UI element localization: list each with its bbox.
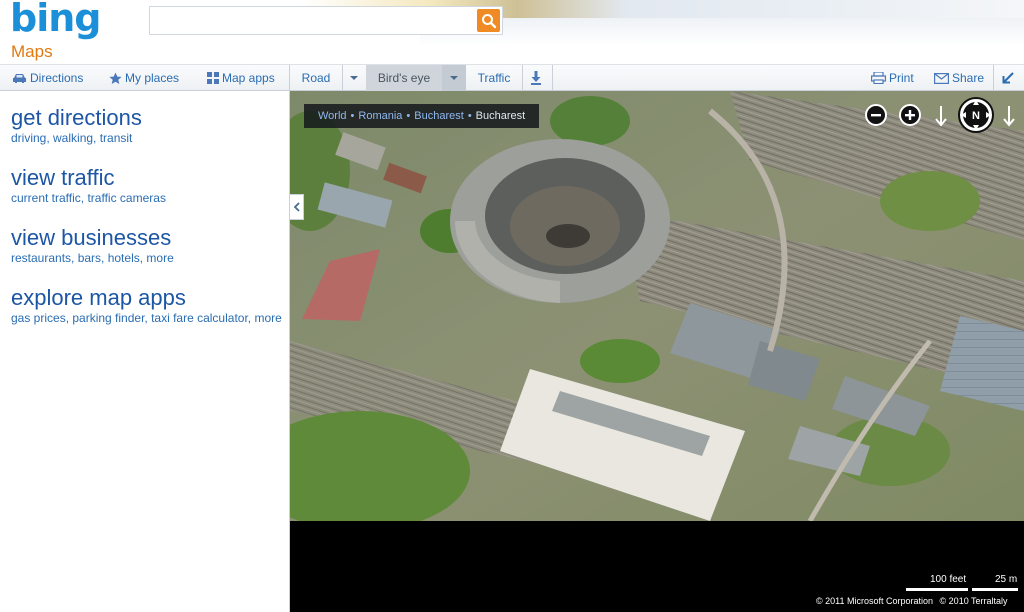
map-canvas[interactable]: World • Romania • Bucharest • Bucharest: [290, 91, 1024, 521]
grid-icon: [207, 72, 219, 84]
toolbar-divider: [552, 65, 553, 91]
traffic-button[interactable]: Traffic: [466, 65, 522, 91]
share-button[interactable]: Share: [934, 65, 984, 91]
product-label[interactable]: Maps: [11, 42, 53, 62]
magnifier-icon: [481, 13, 496, 28]
sidebar-item-title[interactable]: get directions: [11, 105, 142, 131]
zoom-out-button[interactable]: [865, 104, 887, 131]
minus-circle-icon: [865, 104, 887, 126]
sidebar-item-subtitle[interactable]: current traffic, traffic cameras: [11, 191, 166, 205]
sidebar-item-directions[interactable]: get directions driving, walking, transit: [11, 105, 142, 145]
directions-button[interactable]: Directions: [12, 65, 83, 91]
printer-icon: [871, 72, 886, 84]
birds-eye-dropdown-button[interactable]: [442, 65, 466, 91]
rotate-right-arrow-icon: [1003, 106, 1015, 127]
sidebar-item-map-apps[interactable]: explore map apps gas prices, parking fin…: [11, 285, 282, 325]
rotate-left-button[interactable]: [933, 104, 949, 133]
print-label: Print: [889, 71, 914, 85]
compass-button[interactable]: N: [957, 96, 995, 139]
sidebar-item-title[interactable]: view businesses: [11, 225, 174, 251]
breadcrumb-romania[interactable]: Romania: [358, 110, 402, 122]
breadcrumb-separator: •: [467, 110, 472, 122]
traffic-download-button[interactable]: [523, 65, 552, 91]
breadcrumb-separator: •: [406, 110, 411, 122]
traffic-label: Traffic: [477, 71, 511, 85]
bing-maps-window: bing Maps Directions My places Map apps …: [0, 0, 1024, 612]
share-label: Share: [952, 71, 985, 85]
search-button[interactable]: [477, 9, 500, 32]
download-arrow-icon: [531, 71, 541, 85]
sidebar-item-subtitle[interactable]: gas prices, parking finder, taxi fare ca…: [11, 311, 282, 325]
copyright: © 2011 Microsoft Corporation © 2010 Terr…: [816, 596, 1008, 606]
envelope-icon: [934, 72, 949, 84]
header: bing Maps: [0, 0, 1024, 64]
header-decoration-band: [420, 18, 1024, 46]
map-apps-button[interactable]: Map apps: [207, 65, 275, 91]
sidebar-item-subtitle[interactable]: restaurants, bars, hotels, more: [11, 251, 174, 265]
aerial-imagery[interactable]: [290, 91, 1024, 521]
rotate-right-button[interactable]: [1001, 104, 1017, 133]
arrow-down-left-icon: [1002, 72, 1014, 84]
scale-bar-feet: [906, 588, 968, 591]
breadcrumb-separator: •: [350, 110, 355, 122]
search-input[interactable]: [150, 7, 476, 34]
rotate-left-arrow-icon: [935, 106, 947, 127]
sidebar-item-traffic[interactable]: view traffic current traffic, traffic ca…: [11, 165, 166, 205]
chevron-left-icon: [293, 202, 300, 212]
sidebar-item-title[interactable]: view traffic: [11, 165, 166, 191]
road-label: Road: [301, 71, 331, 85]
copyright-terraltaly: © 2010 Terraltaly: [939, 596, 1008, 606]
road-view-button[interactable]: Road: [290, 65, 342, 91]
my-places-button[interactable]: My places: [109, 65, 179, 91]
collapse-sidebar-button[interactable]: [290, 194, 304, 220]
sidebar-item-title[interactable]: explore map apps: [11, 285, 282, 311]
toolbar: Directions My places Map apps Road Bird'…: [0, 64, 1024, 91]
zoom-in-button[interactable]: [899, 104, 921, 131]
compass-label: N: [972, 110, 980, 122]
plus-circle-icon: [899, 104, 921, 126]
map-apps-label: Map apps: [222, 71, 275, 85]
breadcrumb-bucharest-region[interactable]: Bucharest: [414, 110, 464, 122]
compass-icon: N: [958, 97, 994, 133]
my-places-label: My places: [125, 71, 180, 85]
star-icon: [109, 72, 122, 84]
sidebar-item-businesses[interactable]: view businesses restaurants, bars, hotel…: [11, 225, 174, 265]
location-breadcrumb: World • Romania • Bucharest • Bucharest: [304, 104, 540, 128]
chevron-down-icon: [450, 76, 458, 80]
copyright-microsoft: © 2011 Microsoft Corporation: [816, 596, 934, 606]
birds-eye-label: Bird's eye: [377, 71, 431, 85]
birds-eye-view-button[interactable]: Bird's eye: [366, 65, 442, 91]
road-dropdown-button[interactable]: [343, 65, 365, 91]
breadcrumb-bucharest-current: Bucharest: [475, 110, 526, 122]
breadcrumb-world[interactable]: World: [318, 110, 347, 122]
search-box: [149, 6, 503, 35]
directions-label: Directions: [30, 71, 84, 85]
car-icon: [13, 74, 26, 83]
sidebar: get directions driving, walking, transit…: [0, 91, 290, 612]
scale-bar-meters: [972, 588, 1018, 591]
bing-logo[interactable]: bing: [10, 0, 101, 40]
print-button[interactable]: Print: [871, 65, 914, 91]
sidebar-item-subtitle[interactable]: driving, walking, transit: [11, 131, 142, 145]
minimize-panel-button[interactable]: [994, 65, 1024, 91]
chevron-down-icon: [350, 76, 358, 80]
